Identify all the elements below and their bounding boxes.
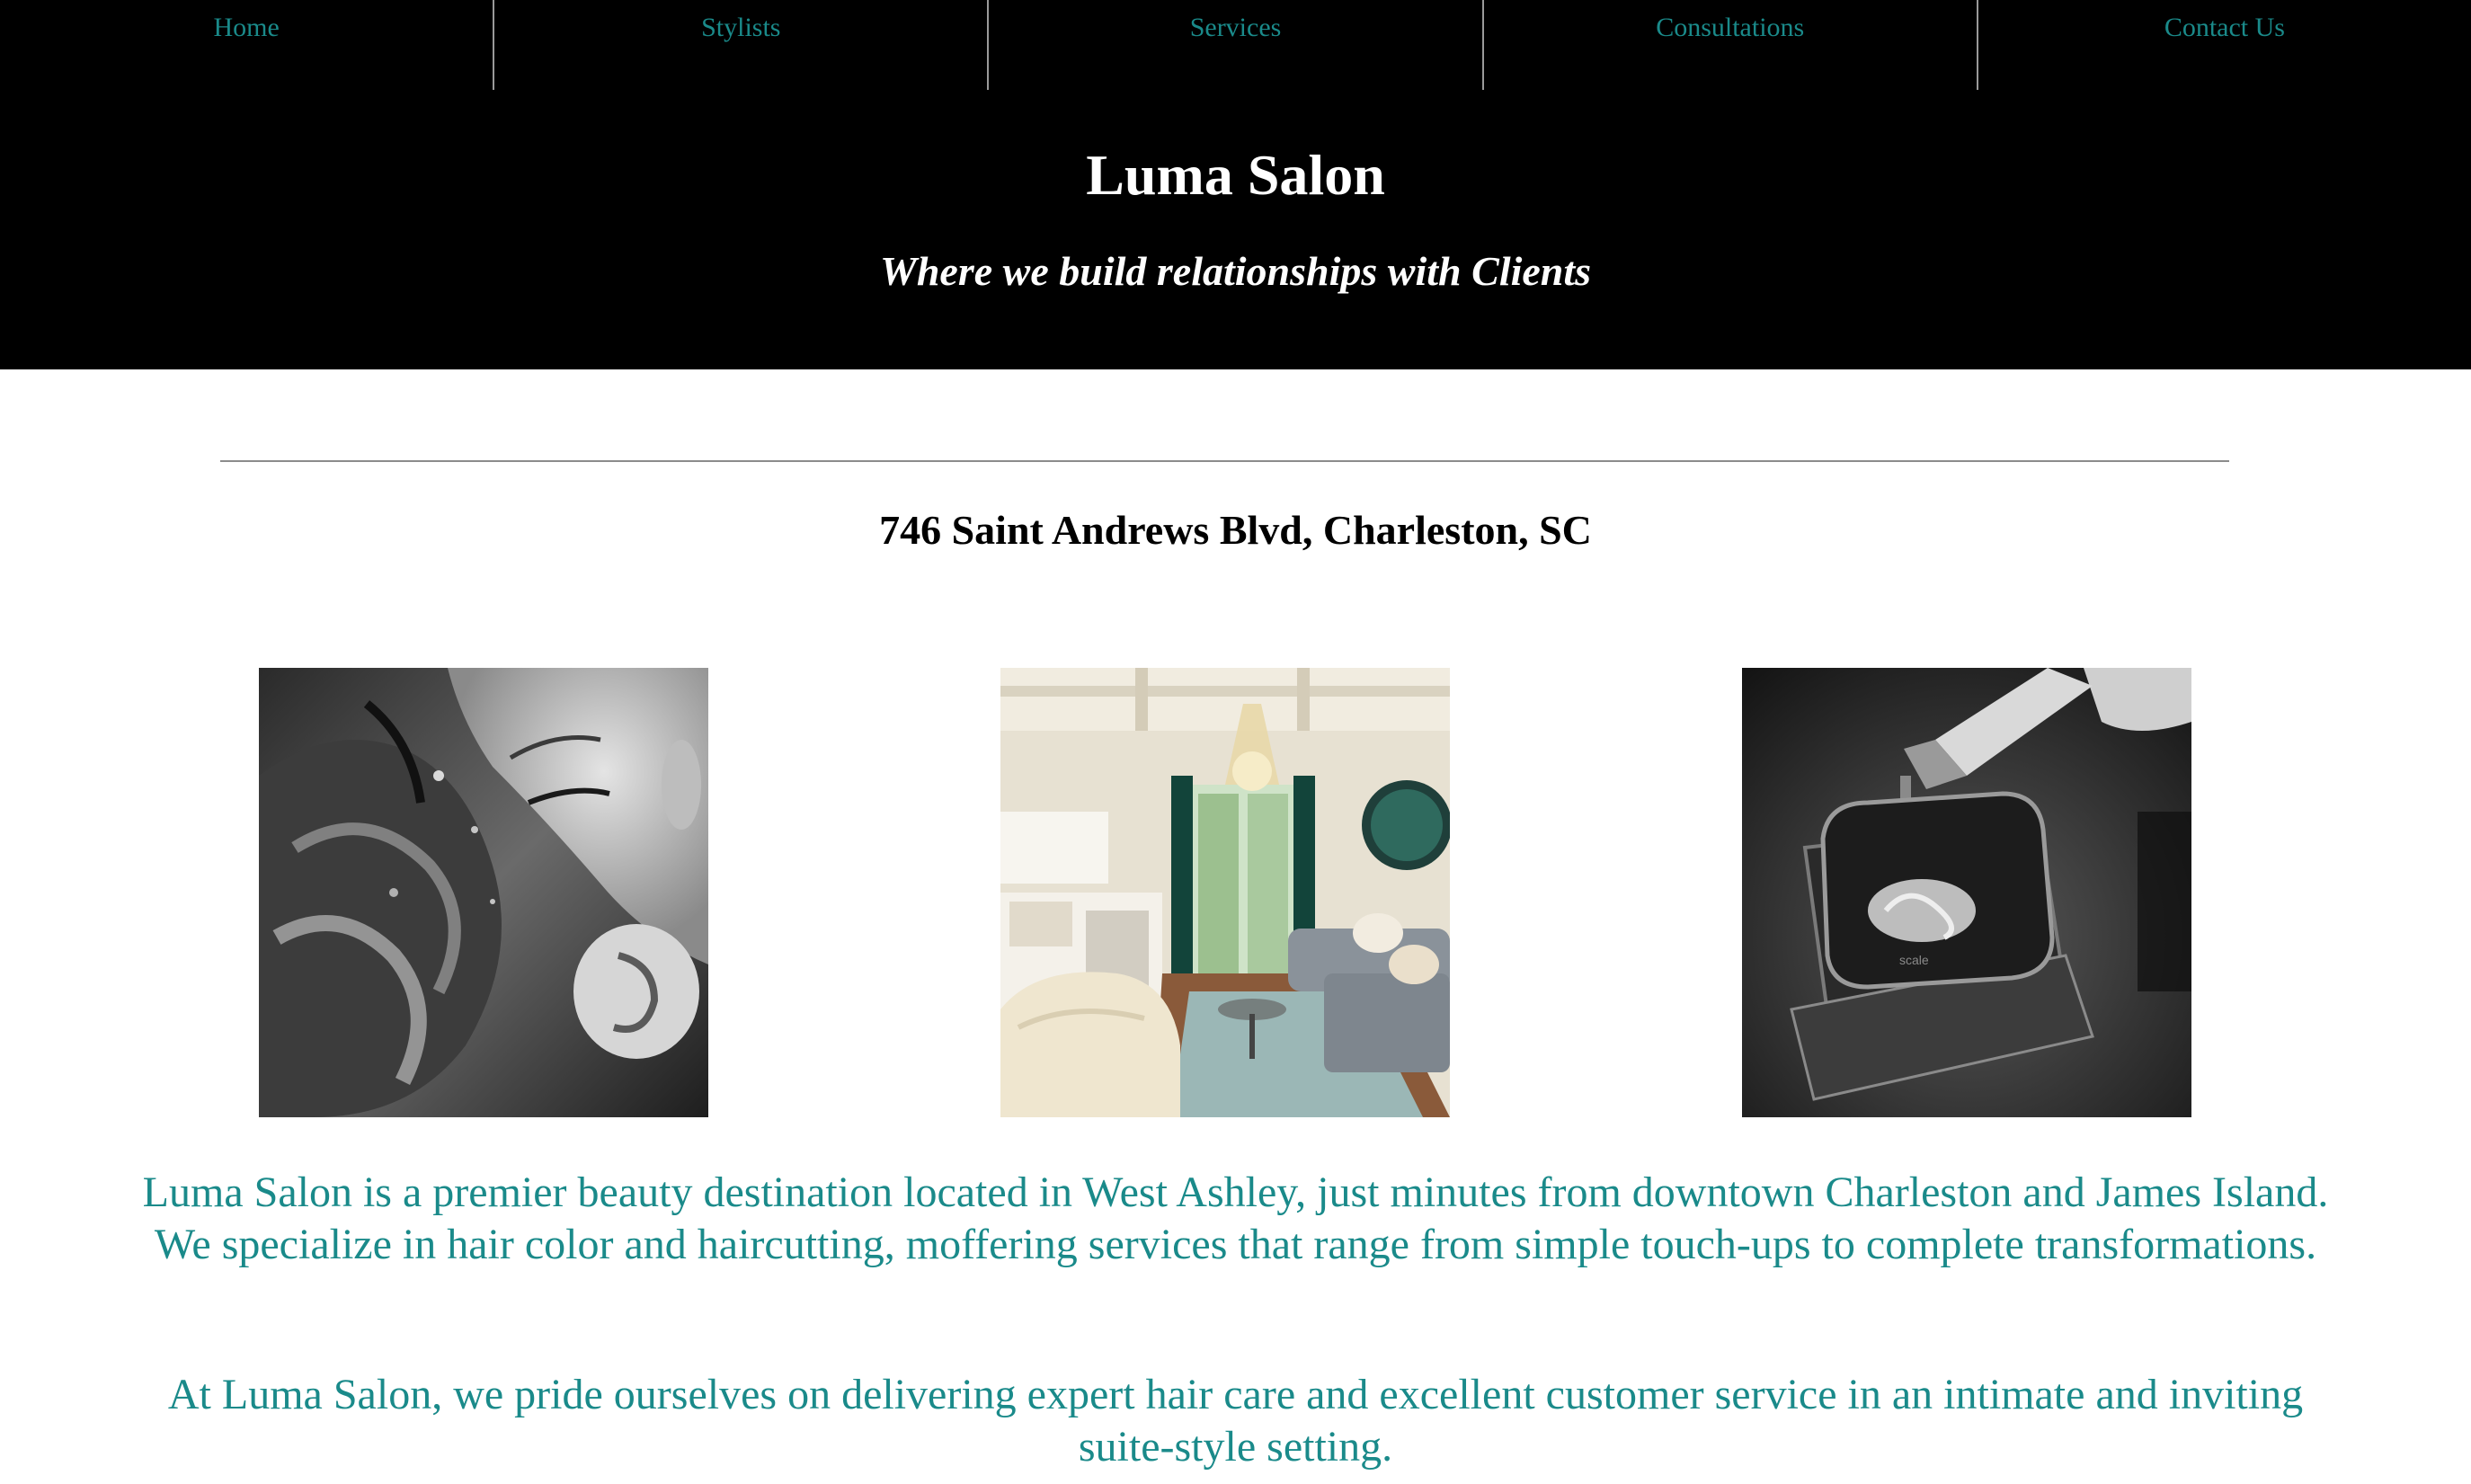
svg-text:scale: scale <box>1899 953 1929 967</box>
nav-consultations-link[interactable]: Consultations <box>1481 0 1977 90</box>
nav-services-link[interactable]: Services <box>987 0 1481 90</box>
nav-stylists-link[interactable]: Stylists <box>493 0 987 90</box>
service-paragraph: At Luma Salon, we pride ourselves on del… <box>167 1371 2304 1471</box>
main-nav: Home Stylists Services Consultations Con… <box>0 0 2471 90</box>
salon-suite-interior-photo <box>1000 668 1450 1117</box>
site-title: Luma Salon <box>1086 143 1385 207</box>
hair-washing-photo <box>259 668 708 1117</box>
section-divider <box>220 460 2229 462</box>
hair-color-mixing-photo: scale <box>1742 668 2191 1117</box>
site-tagline: Where we build relationships with Client… <box>879 248 1592 294</box>
intro-paragraph: Luma Salon is a premier beauty destinati… <box>142 1169 2329 1268</box>
nav-home-link[interactable]: Home <box>0 0 493 90</box>
site-header: Home Stylists Services Consultations Con… <box>0 0 2471 369</box>
nav-contact-us-link[interactable]: Contact Us <box>1976 0 2471 90</box>
salon-address: 746 Saint Andrews Blvd, Charleston, SC <box>879 507 1592 553</box>
